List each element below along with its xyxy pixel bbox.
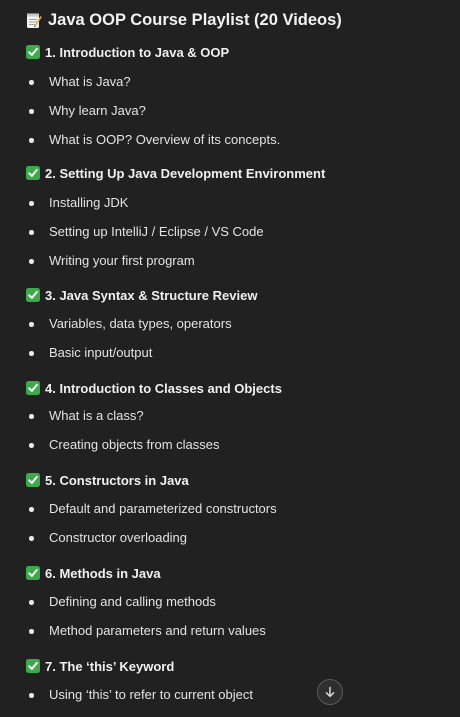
memo-icon	[26, 12, 42, 29]
section-7: 7. The ‘this’ Keyword Using ‘this’ to re…	[26, 657, 253, 715]
bullet-list: Installing JDK Setting up IntelliJ / Ecl…	[26, 194, 325, 281]
bullet-icon	[29, 414, 34, 419]
section-6: 6. Methods in Java Defining and calling …	[26, 564, 266, 651]
section-2: 2. Setting Up Java Development Environme…	[26, 164, 325, 281]
list-item: Basic input/output	[26, 344, 257, 373]
list-item-text: Setting up IntelliJ / Eclipse / VS Code	[49, 224, 264, 239]
list-item: Creating objects from classes	[26, 436, 282, 465]
section-heading: 5. Constructors in Java	[26, 471, 189, 489]
bullet-icon	[29, 80, 34, 85]
section-heading-text: 5. Constructors in Java	[45, 472, 189, 488]
bullet-icon	[29, 322, 34, 327]
list-item-text: Why learn Java?	[49, 103, 146, 118]
list-item: Variables, data types, operators	[26, 315, 257, 344]
check-mark-icon	[26, 659, 40, 673]
list-item: Method parameters and return values	[26, 622, 266, 651]
bullet-icon	[29, 138, 34, 143]
section-heading: 3. Java Syntax & Structure Review	[26, 286, 257, 304]
bullet-icon	[29, 443, 34, 448]
chat-message-content: Java OOP Course Playlist (20 Videos) 1. …	[0, 0, 460, 717]
list-item-text: Constructor overloading	[49, 530, 188, 545]
bullet-icon	[29, 201, 34, 206]
list-item-text: Method parameters and return values	[49, 623, 266, 638]
section-heading-text: 4. Introduction to Classes and Objects	[45, 380, 282, 396]
list-item: What is Java?	[26, 73, 229, 102]
bullet-icon	[29, 507, 34, 512]
list-item-text: What is OOP? Overview of its concepts.	[49, 132, 281, 147]
list-item: What is a class?	[26, 407, 282, 436]
check-mark-icon	[26, 45, 40, 59]
section-heading: 4. Introduction to Classes and Objects	[26, 379, 282, 397]
list-item: Why learn Java?	[26, 102, 229, 131]
bullet-list: Variables, data types, operators Basic i…	[26, 315, 257, 373]
bullet-list: What is Java? Why learn Java? What is OO…	[26, 73, 280, 160]
check-mark-icon	[26, 166, 40, 180]
page-title: Java OOP Course Playlist (20 Videos)	[26, 11, 342, 30]
check-mark-icon	[26, 381, 40, 395]
list-item-text: What is a class?	[49, 408, 144, 423]
section-heading-text: 2. Setting Up Java Development Environme…	[45, 165, 326, 181]
section-heading-text: 7. The ‘this’ Keyword	[45, 658, 175, 674]
list-item-text: Basic input/output	[49, 345, 153, 360]
section-heading: 2. Setting Up Java Development Environme…	[26, 164, 325, 182]
section-heading-text: 6. Methods in Java	[45, 565, 161, 581]
list-item: Constructor overloading	[26, 529, 189, 558]
check-mark-icon	[26, 288, 40, 302]
scroll-to-bottom-button[interactable]	[317, 679, 343, 705]
list-item: Using ‘this’ to refer to current object	[26, 686, 253, 715]
section-heading-text: 1. Introduction to Java & OOP	[45, 44, 230, 60]
bullet-list: Defining and calling methods Method para…	[26, 593, 266, 651]
list-item-text: Installing JDK	[49, 195, 129, 210]
list-item-text: Default and parameterized constructors	[49, 501, 277, 516]
bullet-list: What is a class? Creating objects from c…	[26, 407, 282, 465]
list-item: What is OOP? Overview of its concepts.	[26, 131, 280, 160]
section-1: 1. Introduction to Java & OOP What is Ja…	[26, 43, 280, 160]
bullet-icon	[29, 600, 34, 605]
list-item: Default and parameterized constructors	[26, 500, 277, 529]
bullet-icon	[29, 109, 34, 114]
bullet-icon	[29, 629, 34, 634]
section-3: 3. Java Syntax & Structure Review Variab…	[26, 286, 257, 373]
section-4: 4. Introduction to Classes and Objects W…	[26, 379, 282, 465]
section-heading: 6. Methods in Java	[26, 564, 161, 582]
section-heading: 7. The ‘this’ Keyword	[26, 657, 174, 675]
bullet-icon	[29, 259, 34, 264]
list-item-text: Creating objects from classes	[49, 437, 220, 452]
list-item-text: Defining and calling methods	[49, 594, 216, 609]
page-title-text: Java OOP Course Playlist (20 Videos)	[48, 11, 342, 29]
list-item: Setting up IntelliJ / Eclipse / VS Code	[26, 223, 325, 252]
bullet-list: Default and parameterized constructors C…	[26, 500, 277, 558]
list-item: Installing JDK	[26, 194, 325, 223]
arrow-down-icon	[325, 686, 335, 698]
section-heading-text: 3. Java Syntax & Structure Review	[45, 287, 258, 303]
bullet-icon	[29, 351, 34, 356]
list-item-text: What is Java?	[49, 74, 131, 89]
section-5: 5. Constructors in Java Default and para…	[26, 471, 277, 558]
bullet-icon	[29, 693, 34, 698]
list-item-text: Using ‘this’ to refer to current object	[49, 687, 253, 702]
list-item: Defining and calling methods	[26, 593, 216, 622]
section-heading: 1. Introduction to Java & OOP	[26, 43, 229, 61]
bullet-list: Using ‘this’ to refer to current object	[26, 686, 253, 715]
list-item-text: Variables, data types, operators	[49, 316, 232, 331]
list-item: Writing your first program	[26, 252, 325, 281]
check-mark-icon	[26, 566, 40, 580]
check-mark-icon	[26, 473, 40, 487]
bullet-icon	[29, 536, 34, 541]
list-item-text: Writing your first program	[49, 253, 195, 268]
bullet-icon	[29, 230, 34, 235]
